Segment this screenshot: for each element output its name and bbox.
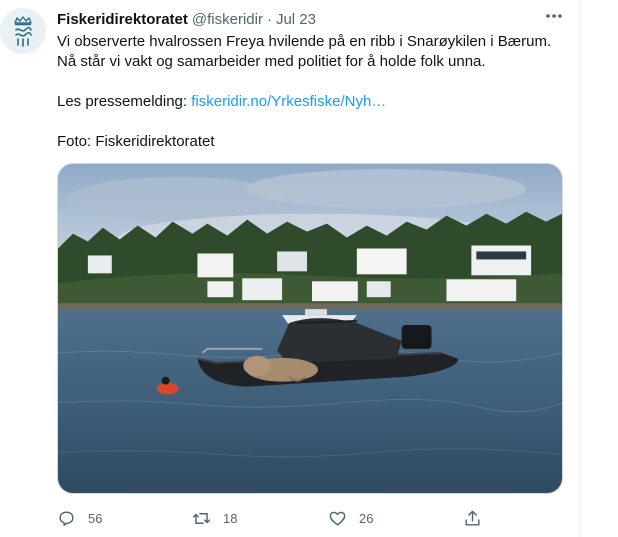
more-dots-icon [546,14,562,18]
press-release-line: Les pressemelding: fiskeridir.no/Yrkesfi… [57,92,567,112]
press-release-prefix: Les pressemelding: [57,93,192,110]
tweet-text: Vi observerte hvalrossen Freya hvilende … [57,32,567,152]
share-button[interactable] [463,509,482,528]
like-button[interactable]: 26 [328,509,373,528]
tweet-header: Fiskeridirektoratet @fiskeridir · Jul 23 [57,8,566,30]
tweet-date[interactable]: Jul 23 [276,11,316,28]
tweet-text-line: Vi observerte hvalrossen Freya hvilende … [57,33,552,50]
more-options-button[interactable] [542,6,566,26]
display-name[interactable]: Fiskeridirektoratet [57,11,188,28]
like-count: 26 [359,510,374,526]
tweet-card[interactable]: Fiskeridirektoratet @fiskeridir · Jul 23… [0,0,581,537]
separator: · [266,10,272,28]
share-icon [465,510,480,526]
walrus-on-boat-photo [58,164,562,493]
retweet-button[interactable]: 18 [192,509,237,528]
reply-icon [59,510,74,526]
reply-count: 56 [88,510,103,526]
tweet-actions: 56 18 26 [57,506,487,530]
user-handle[interactable]: @fiskeridir [192,11,263,28]
retweet-icon [192,512,211,524]
tweet-photo[interactable] [57,163,563,494]
heart-icon [329,511,346,526]
fiskeridir-crown-logo [0,8,46,54]
press-release-link[interactable]: fiskeridir.no/Yrkesfiske/Nyh… [191,93,386,110]
right-pane [581,0,618,537]
avatar[interactable] [0,8,46,54]
retweet-count: 18 [223,510,238,526]
reply-button[interactable]: 56 [57,509,102,528]
photo-credit: Foto: Fiskeridirektoratet [57,133,215,150]
tweet-text-line: Nå står vi vakt og samarbeider med polit… [57,53,486,70]
